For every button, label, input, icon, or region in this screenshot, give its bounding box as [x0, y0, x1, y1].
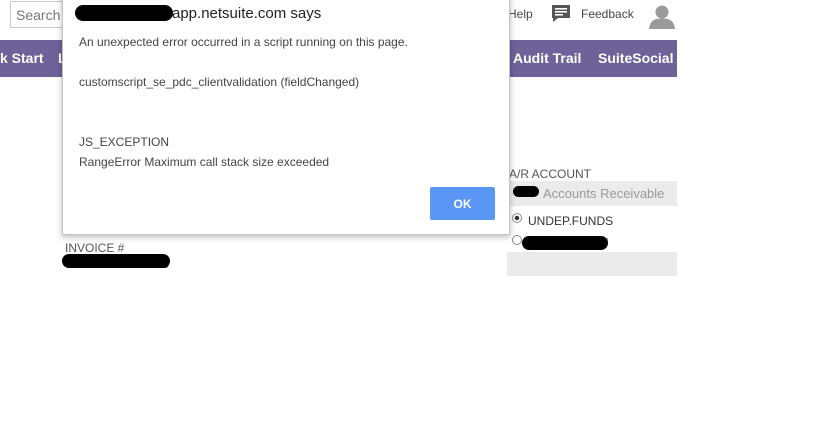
- redaction-mark: [513, 186, 539, 197]
- alert-dialog: app.netsuite.com says An unexpected erro…: [62, 0, 510, 235]
- radio-undep-funds-label: UNDEP.FUNDS: [528, 214, 614, 228]
- radio-account[interactable]: [512, 235, 522, 245]
- account-select-field[interactable]: [507, 252, 677, 276]
- feedback-icon[interactable]: [550, 4, 572, 24]
- redaction-mark: [62, 254, 170, 268]
- invoice-number-label: INVOICE #: [65, 241, 125, 255]
- help-link[interactable]: Help: [508, 7, 533, 21]
- dialog-error-type: JS_EXCEPTION: [79, 135, 170, 149]
- nav-item-suitesocial[interactable]: SuiteSocial: [598, 40, 673, 77]
- dialog-script-id: customscript_se_pdc_clientvalidation (fi…: [79, 75, 360, 89]
- dialog-message: An unexpected error occurred in a script…: [79, 35, 408, 49]
- redaction-mark: [522, 236, 608, 250]
- nav-item-audit-trail[interactable]: Audit Trail: [513, 40, 581, 77]
- user-icon[interactable]: [647, 3, 677, 29]
- redaction-mark: [75, 5, 173, 21]
- radio-undep-funds[interactable]: [512, 213, 522, 223]
- ar-account-label: A/R ACCOUNT: [509, 167, 592, 181]
- nav-item-quick-start[interactable]: k Start: [0, 40, 44, 77]
- ok-button[interactable]: OK: [430, 187, 495, 220]
- search-box[interactable]: [10, 1, 68, 28]
- dialog-title: app.netsuite.com says: [172, 5, 322, 22]
- search-input[interactable]: [11, 2, 67, 27]
- dialog-error-detail: RangeError Maximum call stack size excee…: [79, 155, 330, 169]
- ar-account-value: Accounts Receivable: [543, 186, 665, 201]
- feedback-link[interactable]: Feedback: [581, 7, 634, 21]
